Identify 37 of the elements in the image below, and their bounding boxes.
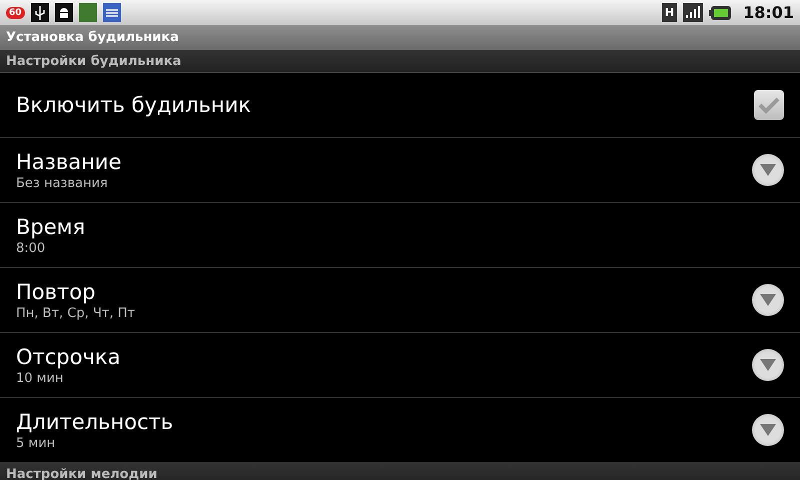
notification-badge: 60 — [6, 6, 25, 18]
setting-title: Повтор — [16, 280, 96, 304]
setting-title: Длительность — [16, 410, 174, 434]
usb-icon — [30, 3, 49, 22]
settings-row[interactable]: Повтор Пн, Вт, Ср, Чт, Пт — [0, 268, 800, 333]
triangle-down-icon — [760, 294, 776, 306]
clock: 18:01 — [743, 3, 794, 22]
setting-summary: 5 мин — [16, 436, 56, 450]
dropdown-button[interactable] — [752, 349, 784, 381]
setting-summary: 8:00 — [16, 240, 46, 256]
checkbox[interactable] — [754, 90, 784, 120]
setting-title: Включить будильник — [16, 93, 252, 117]
setting-summary: Без названия — [16, 176, 109, 190]
settings-row[interactable]: Отсрочка 10 мин — [0, 333, 800, 398]
triangle-down-icon — [760, 359, 776, 371]
settings-row[interactable]: Название Без названия — [0, 138, 800, 203]
setting-summary: 10 мин — [16, 370, 64, 386]
window-title: Установка будильника — [6, 30, 179, 45]
settings-row[interactable]: Включить будильник — [0, 73, 800, 138]
square-icon — [78, 3, 97, 22]
triangle-down-icon — [760, 424, 776, 436]
network-type-icon: H — [662, 3, 678, 22]
settings-row[interactable]: Время 8:00 — [0, 203, 800, 268]
document-icon — [102, 3, 121, 22]
section-title: Настройки будильника — [6, 54, 182, 68]
signal-icon — [683, 3, 704, 22]
dropdown-button[interactable] — [752, 284, 784, 316]
setting-title: Время — [16, 214, 86, 238]
battery-icon — [709, 6, 732, 20]
setting-title: Отсрочка — [16, 344, 122, 368]
robot-icon — [54, 3, 73, 22]
triangle-down-icon — [760, 164, 776, 176]
setting-summary: Пн, Вт, Ср, Чт, Пт — [16, 306, 136, 320]
dropdown-button[interactable] — [752, 154, 784, 186]
dropdown-button[interactable] — [752, 414, 784, 446]
setting-title: Название — [16, 150, 122, 174]
section-title: Настройки мелодии — [6, 468, 158, 480]
